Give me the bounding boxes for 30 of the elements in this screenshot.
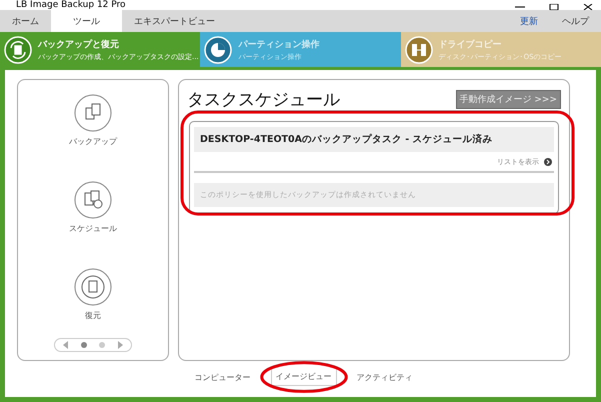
document-icon[interactable]	[74, 268, 112, 306]
document-icon[interactable]	[74, 94, 112, 132]
document-icon[interactable]	[74, 181, 112, 219]
module-title: ドライブコピー	[438, 38, 503, 50]
minimize-icon[interactable]	[515, 4, 525, 10]
page-title: タスクスケジュール	[187, 89, 340, 111]
menu-tab[interactable]: エキスパートビュー	[122, 10, 227, 32]
module-icon	[204, 36, 232, 64]
close-icon[interactable]	[583, 4, 593, 10]
module-title: バックアップと復元	[38, 38, 120, 50]
sidebar-label[interactable]: スケジュール	[69, 223, 117, 234]
view-tab[interactable]: コンピューター	[190, 368, 254, 386]
arrow-circle-icon[interactable]	[544, 158, 552, 166]
page-dot[interactable]	[81, 342, 87, 348]
window-title: LB Image Backup 12 Pro	[16, 0, 126, 10]
menu-tab[interactable]: ホーム	[0, 10, 51, 32]
module-title: パーティション操作	[238, 38, 320, 50]
sidebar-label[interactable]: 復元	[85, 310, 101, 321]
module-icon	[404, 36, 433, 64]
task-title: DESKTOP-4TEOT0Aのバックアップタスク - スケジュール済み	[194, 127, 554, 152]
module-icon	[4, 36, 32, 64]
sidebar-label[interactable]: バックアップ	[69, 136, 117, 147]
page-dot[interactable]	[99, 342, 105, 348]
menu-tab[interactable]: ツール	[51, 10, 122, 32]
view-tab[interactable]: イメージビュー	[270, 368, 336, 386]
menu-link[interactable]: ヘルプ	[550, 10, 601, 32]
pager-control[interactable]	[54, 338, 132, 352]
menu-link[interactable]: 更新	[508, 10, 550, 32]
view-tab[interactable]: アクティビティ	[352, 368, 416, 386]
maximize-icon[interactable]	[549, 4, 559, 10]
